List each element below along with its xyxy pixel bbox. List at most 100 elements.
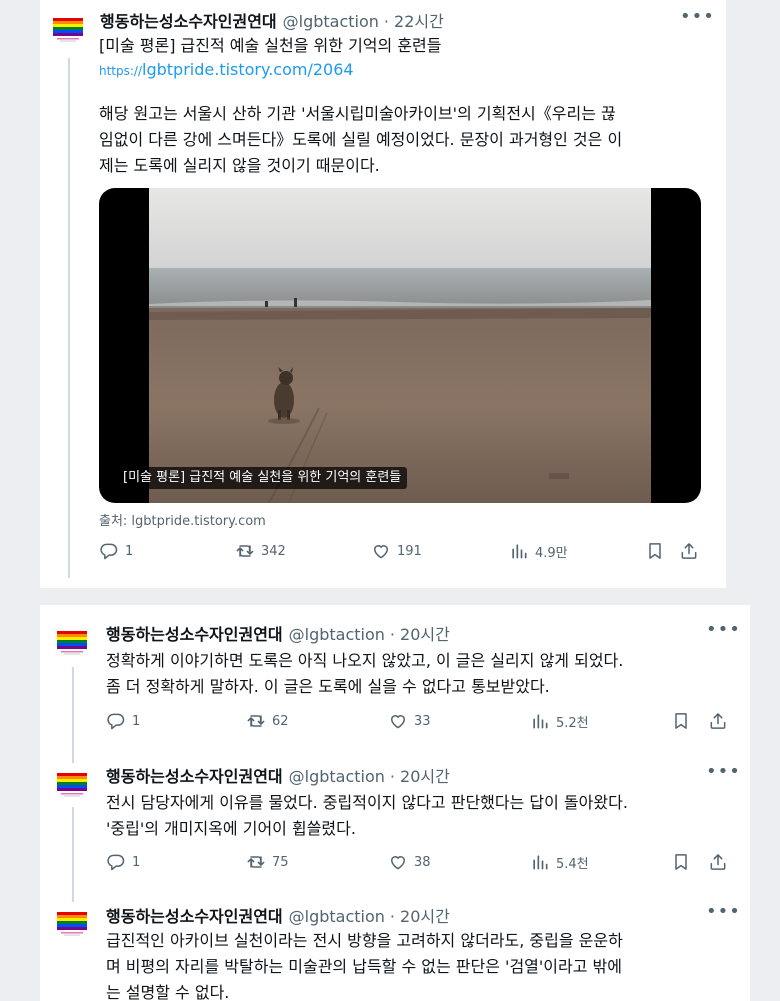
more-options-icon[interactable]: ••• [706, 901, 741, 922]
display-name[interactable]: 행동하는성소수자인권연대 [106, 621, 283, 645]
tweet-body: 급진적인 아카이브 실천이라는 전시 방향을 고려하지 않더라도, 중립을 운운… [106, 928, 623, 1001]
views-button[interactable]: 4.9만 [509, 541, 568, 561]
timestamp[interactable]: 20시간 [400, 903, 450, 927]
bookmark-icon [671, 852, 691, 872]
user-handle[interactable]: @lgbtaction [283, 12, 379, 31]
share-icon [708, 852, 728, 872]
separator-dot: · [389, 625, 396, 644]
user-handle[interactable]: @lgbtaction [289, 907, 385, 926]
display-name[interactable]: 행동하는성소수자인권연대 [100, 8, 277, 32]
beach-dog-photo [149, 188, 651, 503]
views-button[interactable]: 5.2천 [530, 711, 589, 731]
view-count: 4.9만 [535, 545, 568, 561]
separator-dot: · [383, 12, 390, 31]
body-line: 제는 도록에 실리지 않을 것이기 때문이다. [99, 156, 380, 175]
link-preview-card[interactable]: [미술 평론] 급진적 예술 실천을 위한 기억의 훈련들 [99, 188, 701, 503]
user-handle[interactable]: @lgbtaction [289, 625, 385, 644]
heart-icon [388, 852, 408, 872]
reply-button[interactable]: 1 [106, 711, 140, 731]
body-line: 며 비평의 자리를 박탈하는 미술관의 납득할 수 없는 판단은 '검열'이라고… [106, 957, 622, 976]
tweet-card-1[interactable]: 행동하는성소수자인권연대 @lgbtaction · 22시간 ••• [미술 … [40, 0, 726, 588]
user-handle[interactable]: @lgbtaction [289, 767, 385, 786]
thread-card: 행동하는성소수자인권연대 @lgbtaction · 20시간 ••• 정확하게… [40, 605, 750, 1001]
retweet-icon [235, 541, 255, 561]
retweet-count: 62 [272, 713, 289, 729]
body-line: '중립'의 개미지옥에 기어이 휩쓸렸다. [106, 819, 356, 838]
action-bar: 1 75 38 5.4천 [106, 852, 736, 876]
like-button[interactable]: 191 [371, 541, 422, 561]
link-text: lgbtpride.tistory.com/2064 [142, 60, 354, 79]
tweet-header: 행동하는성소수자인권연대 @lgbtaction · 20시간 [106, 763, 450, 787]
like-count: 191 [397, 543, 422, 559]
like-count: 38 [414, 854, 431, 870]
action-bar: 1 342 191 4.9만 [99, 541, 709, 565]
reply-icon [99, 541, 119, 561]
body-line: 급진적인 아카이브 실천이라는 전시 방향을 고려하지 않더라도, 중립을 운운… [106, 931, 623, 950]
more-options-icon[interactable]: ••• [706, 761, 741, 782]
thread-line [72, 667, 74, 765]
view-count: 5.4천 [556, 856, 589, 872]
avatar[interactable] [52, 621, 92, 661]
heart-icon [371, 541, 391, 561]
more-options-icon[interactable]: ••• [680, 6, 715, 27]
share-button[interactable] [679, 541, 699, 561]
timestamp[interactable]: 20시간 [400, 763, 450, 787]
views-button[interactable]: 5.4천 [530, 852, 589, 872]
view-count: 5.2천 [556, 715, 589, 731]
retweet-count: 75 [272, 854, 289, 870]
link-prefix: https:// [99, 64, 143, 78]
avatar[interactable] [52, 902, 92, 942]
retweet-count: 342 [261, 543, 286, 559]
avatar[interactable] [52, 763, 92, 803]
link-source[interactable]: 출처: lgbtpride.tistory.com [99, 510, 266, 529]
body-line: 임없이 다른 강에 스며든다》도록에 실릴 예정이었다. 문장이 과거형인 것은… [99, 130, 623, 149]
heart-icon [388, 711, 408, 731]
retweet-icon [246, 711, 266, 731]
bookmark-button[interactable] [645, 541, 665, 561]
body-line: 좀 더 정확하게 말하자. 이 글은 도록에 실을 수 없다고 통보받았다. [106, 677, 550, 696]
reply-count: 1 [125, 543, 134, 559]
tweet-body: 정확하게 이야기하면 도록은 아직 나오지 않았고, 이 글은 실리지 않게 되… [106, 648, 623, 700]
tweet-header: 행동하는성소수자인권연대 @lgbtaction · 22시간 [100, 8, 444, 32]
bookmark-button[interactable] [671, 711, 691, 731]
tweet-header: 행동하는성소수자인권연대 @lgbtaction · 20시간 [106, 621, 450, 645]
reply-count: 1 [132, 854, 141, 870]
timestamp[interactable]: 20시간 [400, 621, 450, 645]
rainbow-flag-icon [52, 902, 92, 942]
reply-icon [106, 852, 126, 872]
like-button[interactable]: 38 [388, 852, 431, 872]
retweet-button[interactable]: 75 [246, 852, 289, 872]
body-line: 는 설명할 수 없다. [106, 983, 230, 1001]
tweet-body: 해당 원고는 서울시 산하 기관 '서울시립미술아카이브'의 기획전시《우리는 … [99, 101, 622, 179]
share-icon [708, 711, 728, 731]
rainbow-flag-icon [48, 8, 88, 48]
retweet-button[interactable]: 62 [246, 711, 289, 731]
reply-button[interactable]: 1 [106, 852, 140, 872]
like-button[interactable]: 33 [388, 711, 431, 731]
reply-button[interactable]: 1 [99, 541, 133, 561]
bookmark-icon [671, 711, 691, 731]
thread-line [72, 807, 74, 902]
display-name[interactable]: 행동하는성소수자인권연대 [106, 763, 283, 787]
more-options-icon[interactable]: ••• [706, 619, 741, 640]
like-count: 33 [414, 713, 431, 729]
timestamp[interactable]: 22시간 [394, 8, 444, 32]
tweet-link[interactable]: https://lgbtpride.tistory.com/2064 [99, 60, 354, 79]
avatar[interactable] [48, 8, 88, 48]
rainbow-flag-icon [52, 621, 92, 661]
bookmark-button[interactable] [671, 852, 691, 872]
display-name[interactable]: 행동하는성소수자인권연대 [106, 903, 283, 927]
body-line: 해당 원고는 서울시 산하 기관 '서울시립미술아카이브'의 기획전시《우리는 … [99, 104, 616, 123]
share-button[interactable] [708, 852, 728, 872]
retweet-button[interactable]: 342 [235, 541, 286, 561]
body-line: 정확하게 이야기하면 도록은 아직 나오지 않았고, 이 글은 실리지 않게 되… [106, 651, 624, 670]
thread-line [68, 58, 70, 578]
tweet-body: 전시 담당자에게 이유를 물었다. 중립적이지 않다고 판단했다는 답이 돌아왔… [106, 790, 628, 842]
tweet-title: [미술 평론] 급진적 예술 실천을 위한 기억의 훈련들 [99, 36, 442, 55]
separator-dot: · [389, 907, 396, 926]
retweet-icon [246, 852, 266, 872]
bookmark-icon [645, 541, 665, 561]
reply-icon [106, 711, 126, 731]
share-icon [679, 541, 699, 561]
share-button[interactable] [708, 711, 728, 731]
